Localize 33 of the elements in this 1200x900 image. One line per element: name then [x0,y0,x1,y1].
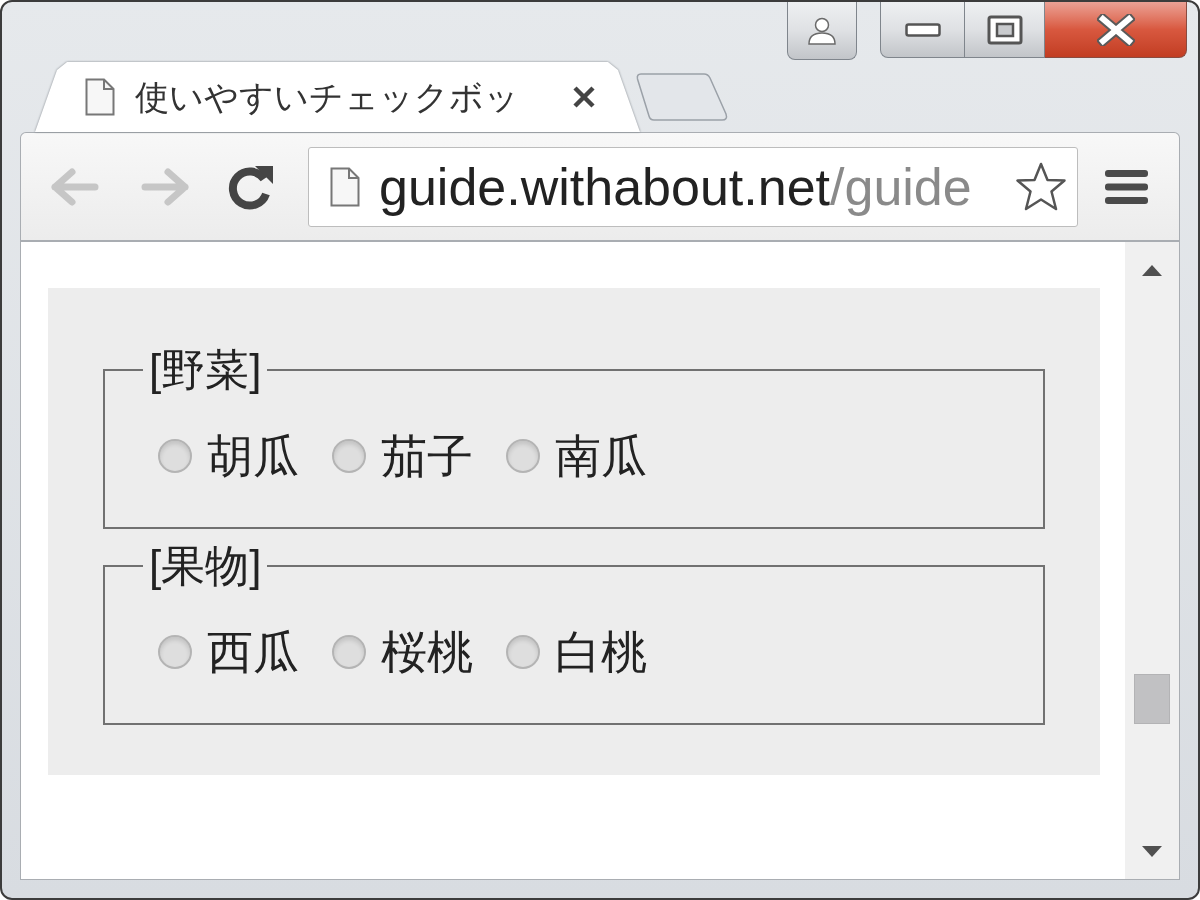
new-tab-button[interactable] [636,73,728,121]
radio-label: 白桃 [555,629,647,675]
menu-icon[interactable] [1105,169,1148,204]
page-icon [85,78,115,116]
radio-button[interactable] [158,439,192,473]
radio-button[interactable] [332,439,366,473]
profile-button[interactable] [787,2,857,60]
radio-button[interactable] [332,635,366,669]
close-icon [1096,13,1135,46]
minimize-button[interactable] [880,2,965,58]
radio-label: 桜桃 [381,629,473,675]
up-triangle-icon[interactable] [1142,264,1162,276]
minimize-icon [904,22,941,37]
radio-button[interactable] [506,439,540,473]
star-icon[interactable] [1015,161,1067,212]
close-button[interactable] [1045,2,1187,58]
address-bar[interactable]: guide.withabout.net/guide [308,146,1078,227]
maximize-icon [986,14,1023,45]
group-legend: [野菜] [143,348,268,392]
group-legend: [果物] [143,544,268,588]
radio-button[interactable] [158,635,192,669]
close-icon[interactable] [572,85,596,109]
radio-label: 胡瓜 [207,433,299,479]
down-triangle-icon[interactable] [1142,845,1162,857]
person-icon [807,16,837,45]
page-icon [330,166,360,207]
scrollbar-thumb[interactable] [1134,674,1170,724]
radio-label: 南瓜 [555,433,647,479]
browser-tab[interactable]: 使いやすいチェックボッ [35,62,640,132]
radio-label: 西瓜 [207,629,299,675]
radio-button[interactable] [506,635,540,669]
radio-label: 茄子 [381,433,473,479]
maximize-button[interactable] [965,2,1045,58]
